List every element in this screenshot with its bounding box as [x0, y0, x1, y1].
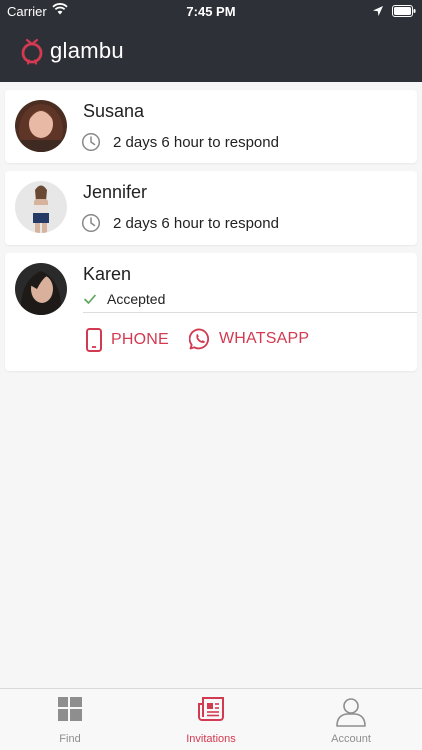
app-header: Carrier 7:45 PM glambu	[0, 0, 422, 82]
location-arrow-icon	[372, 5, 384, 20]
tab-label: Invitations	[186, 733, 236, 745]
tab-label: Account	[331, 733, 371, 745]
status-time: 7:45 PM	[186, 4, 236, 19]
grid-icon	[57, 696, 83, 727]
phone-icon	[86, 328, 102, 352]
tab-label: Find	[59, 733, 81, 745]
tab-find[interactable]: Find	[0, 689, 140, 750]
invitation-card[interactable]: Karen Accepted PHONE WHATSAPP	[5, 253, 417, 371]
whatsapp-button[interactable]: WHATSAPP	[189, 328, 309, 350]
status-bar: Carrier 7:45 PM	[0, 0, 422, 22]
brand: glambu	[20, 36, 124, 66]
avatar	[15, 181, 67, 233]
clock-icon	[81, 213, 101, 233]
invitation-card[interactable]: Susana 2 days 6 hour to respond	[5, 90, 417, 163]
user-icon	[335, 696, 367, 733]
invitee-name: Karen	[83, 264, 132, 284]
response-deadline: 2 days 6 hour to respond	[81, 132, 279, 152]
invitation-list: Susana 2 days 6 hour to respond Jennifer	[5, 90, 417, 379]
invitee-name: Susana	[83, 101, 145, 121]
deadline-text: 2 days 6 hour to respond	[113, 133, 279, 151]
phone-label: PHONE	[111, 331, 169, 348]
deadline-text: 2 days 6 hour to respond	[113, 214, 279, 232]
battery-icon	[392, 5, 416, 20]
invitation-card[interactable]: Jennifer 2 days 6 hour to respond	[5, 171, 417, 245]
whatsapp-icon	[189, 328, 210, 350]
whatsapp-label: WHATSAPP	[219, 330, 310, 347]
divider	[83, 312, 417, 313]
tab-bar: Find Invitations Account	[0, 688, 422, 750]
avatar	[15, 100, 67, 152]
phone-button[interactable]: PHONE	[85, 328, 169, 352]
tab-account[interactable]: Account	[281, 689, 421, 750]
brand-name: glambu	[50, 38, 124, 63]
newspaper-icon	[197, 696, 225, 727]
avatar	[15, 263, 67, 315]
check-icon	[84, 294, 96, 304]
response-deadline: 2 days 6 hour to respond	[81, 213, 279, 233]
accepted-status: Accepted	[83, 291, 165, 307]
accepted-text: Accepted	[107, 291, 166, 307]
invitee-name: Jennifer	[83, 182, 148, 202]
glambu-logo-icon	[20, 37, 44, 65]
tab-invitations[interactable]: Invitations	[141, 689, 281, 750]
clock-icon	[81, 132, 101, 152]
